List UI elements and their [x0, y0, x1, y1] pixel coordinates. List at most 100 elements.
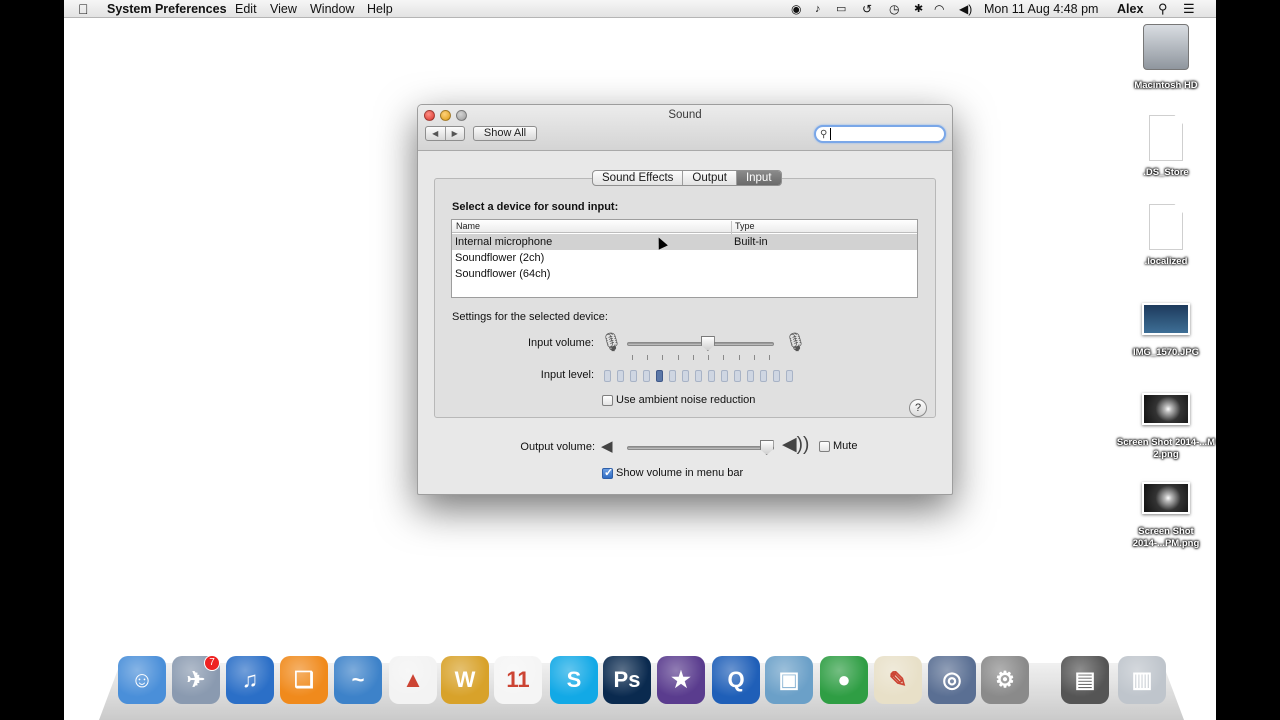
show-volume-label[interactable]: Show volume in menu bar — [616, 467, 743, 479]
back-forward-control[interactable]: ◀ ▶ — [425, 126, 465, 141]
system-preferences-icon[interactable]: ⚙ — [981, 656, 1029, 704]
bluetooth-icon[interactable]: ✱ — [914, 1, 923, 17]
column-header-name[interactable]: Name — [456, 221, 480, 231]
device-section-label: Select a device for sound input: — [452, 201, 619, 213]
tab-input[interactable]: Input — [736, 171, 781, 185]
row-name: Internal microphone — [455, 236, 553, 248]
iphoto-glyph: ▣ — [778, 667, 800, 692]
tab-sound-effects[interactable]: Sound Effects — [593, 171, 684, 185]
row-type: Built-in — [734, 236, 768, 248]
show-volume-checkbox[interactable] — [602, 466, 613, 479]
downloads-stack-icon[interactable]: ▤ — [1061, 656, 1109, 704]
noise-reduction-checkbox[interactable] — [602, 395, 613, 406]
quicktime-glyph: Q — [727, 667, 745, 692]
mute-label[interactable]: Mute — [833, 440, 857, 452]
fetch-glyph: W — [454, 667, 476, 692]
notification-list-icon[interactable]: ☰ — [1183, 1, 1195, 17]
ibooks-icon[interactable]: ❑ — [280, 656, 328, 704]
output-volume-slider[interactable] — [627, 446, 774, 450]
file-icon — [1149, 204, 1183, 250]
chrome-icon[interactable]: ● — [820, 656, 868, 704]
column-divider[interactable] — [731, 221, 732, 234]
desktop-icon-screenshot-2[interactable]: Screen Shot 2014-...M 2.png — [1111, 393, 1216, 461]
airplay-icon[interactable]: ▭ — [836, 1, 846, 17]
preview-icon[interactable]: ✎ — [874, 656, 922, 704]
iphoto-icon[interactable]: ▣ — [765, 656, 813, 704]
record-icon[interactable]: ◉ — [791, 1, 801, 17]
menu-view[interactable]: View — [270, 1, 297, 17]
chrome-glyph: ● — [837, 667, 851, 692]
image-thumbnail-icon — [1142, 303, 1190, 335]
menu-app-name[interactable]: System Preferences — [107, 1, 227, 17]
bell-icon[interactable]: ♪ — [815, 1, 821, 17]
input-volume-ticks — [632, 355, 770, 361]
level-segment — [669, 370, 676, 382]
clock[interactable]: Mon 11 Aug 4:48 pm — [984, 1, 1098, 17]
desktop-icon-label: Screen Shot 2014-...M 2.png — [1116, 437, 1216, 460]
menu-window[interactable]: Window — [310, 1, 354, 17]
tab-panel — [434, 178, 936, 418]
hard-drive-icon — [1143, 24, 1189, 70]
finder-icon[interactable]: ☺ — [118, 656, 166, 704]
search-icon: ⚲ — [820, 129, 828, 140]
window-title: Sound — [668, 109, 702, 121]
window-toolbar: Sound ◀ ▶ Show All ⚲ — [418, 105, 952, 151]
level-segment — [773, 370, 780, 382]
imovie-glyph: ★ — [671, 667, 691, 692]
show-all-button[interactable]: Show All — [473, 126, 537, 141]
desktop-icon-label: .localized — [1144, 256, 1188, 267]
speaker-high-icon: ◀)) — [782, 434, 810, 455]
tab-output[interactable]: Output — [683, 171, 737, 185]
desktop-icon-localized[interactable]: .localized — [1111, 204, 1216, 268]
table-header: Name Type — [452, 220, 917, 234]
row-name: Soundflower (2ch) — [455, 252, 545, 264]
device-table[interactable]: Name Type Internal microphone Built-in S… — [451, 219, 918, 298]
quicktime-icon[interactable]: Q — [712, 656, 760, 704]
desktop-icon-img-1570[interactable]: IMG_1570.JPG — [1111, 303, 1216, 359]
user-name[interactable]: Alex — [1117, 1, 1143, 17]
level-segment — [786, 370, 793, 382]
apple-icon[interactable]:  — [78, 1, 89, 17]
table-row[interactable]: Soundflower (64ch) — [452, 266, 917, 282]
fetch-icon[interactable]: W — [441, 656, 489, 704]
output-volume-knob[interactable] — [759, 440, 774, 455]
wifi-icon[interactable]: ◠ — [934, 1, 944, 17]
noise-reduction-label[interactable]: Use ambient noise reduction — [616, 394, 755, 406]
table-row[interactable]: Soundflower (2ch) — [452, 250, 917, 266]
input-volume-slider[interactable] — [627, 342, 774, 346]
itunes-icon[interactable]: ♫ — [226, 656, 274, 704]
sound-window: Sound ◀ ▶ Show All ⚲ Sound Effects Outpu… — [417, 104, 953, 495]
level-segment — [643, 370, 650, 382]
desktop-icon-ds-store[interactable]: .DS_Store — [1111, 115, 1216, 179]
downloads-stack-glyph: ▤ — [1074, 667, 1096, 692]
level-segment — [682, 370, 689, 382]
clock-menu-icon[interactable]: ◷ — [889, 1, 899, 17]
time-machine-icon[interactable]: ↺ — [862, 1, 872, 17]
compass-icon[interactable]: ◎ — [928, 656, 976, 704]
menu-help[interactable]: Help — [367, 1, 393, 17]
vlc-icon[interactable]: ▲ — [389, 656, 437, 704]
openoffice-icon[interactable]: ~ — [334, 656, 382, 704]
skype-icon[interactable]: S — [550, 656, 598, 704]
skype-glyph: S — [566, 667, 582, 692]
desktop-icon-macintosh-hd[interactable]: Macintosh HD — [1111, 24, 1216, 92]
mute-checkbox[interactable] — [819, 441, 830, 452]
calendar-icon[interactable]: 11 — [494, 656, 542, 704]
photoshop-icon[interactable]: Ps — [603, 656, 651, 704]
level-segment — [760, 370, 767, 382]
help-button[interactable]: ? — [909, 399, 927, 417]
forward-button[interactable]: ▶ — [446, 127, 465, 140]
imovie-icon[interactable]: ★ — [657, 656, 705, 704]
text-caret — [830, 128, 831, 140]
spotlight-search-icon[interactable]: ⚲ — [1158, 1, 1168, 17]
row-name: Soundflower (64ch) — [455, 268, 551, 280]
column-header-type[interactable]: Type — [735, 221, 755, 231]
table-row[interactable]: Internal microphone Built-in — [452, 234, 917, 250]
menu-edit[interactable]: Edit — [235, 1, 257, 17]
back-button[interactable]: ◀ — [426, 127, 446, 140]
desktop-icon-screenshot[interactable]: Screen Shot 2014-...PM.png — [1111, 482, 1216, 550]
trash-icon[interactable]: ▥ — [1118, 656, 1166, 704]
search-field[interactable]: ⚲ — [814, 125, 946, 143]
output-volume-label: Output volume: — [520, 441, 595, 453]
volume-icon[interactable]: ◀) — [959, 1, 972, 17]
